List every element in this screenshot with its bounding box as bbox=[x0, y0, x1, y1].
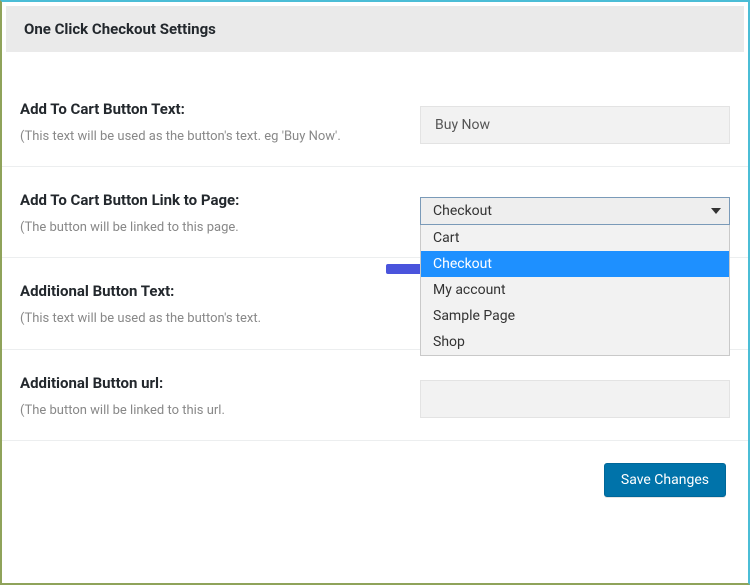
save-button[interactable]: Save Changes bbox=[604, 463, 726, 497]
additional-text-label: Additional Button Text: bbox=[20, 282, 404, 300]
add-to-cart-link-select[interactable]: Checkout Cart Checkout My account Sample… bbox=[420, 197, 730, 225]
dropdown-option-cart[interactable]: Cart bbox=[421, 225, 729, 251]
add-to-cart-link-help: (The button will be linked to this page. bbox=[20, 219, 404, 237]
field-additional-url: Additional Button url: (The button will … bbox=[2, 350, 748, 441]
additional-url-help: (The button will be linked to this url. bbox=[20, 402, 404, 420]
add-to-cart-text-label: Add To Cart Button Text: bbox=[20, 100, 404, 118]
select-value: Checkout bbox=[433, 203, 492, 219]
select-dropdown: Cart Checkout My account Sample Page Sho… bbox=[420, 225, 730, 356]
dropdown-option-shop[interactable]: Shop bbox=[421, 329, 729, 355]
chevron-down-icon bbox=[711, 208, 721, 214]
additional-url-label: Additional Button url: bbox=[20, 374, 404, 392]
form-actions: Save Changes bbox=[2, 441, 748, 497]
additional-text-help: (This text will be used as the button's … bbox=[20, 310, 404, 328]
settings-header: One Click Checkout Settings bbox=[6, 6, 744, 52]
add-to-cart-text-input[interactable] bbox=[420, 106, 730, 144]
add-to-cart-link-label: Add To Cart Button Link to Page: bbox=[20, 191, 404, 209]
additional-url-input[interactable] bbox=[420, 380, 730, 418]
settings-form: Add To Cart Button Text: (This text will… bbox=[2, 52, 748, 497]
dropdown-option-my-account[interactable]: My account bbox=[421, 277, 729, 303]
field-add-to-cart-text: Add To Cart Button Text: (This text will… bbox=[2, 52, 748, 167]
select-display[interactable]: Checkout bbox=[420, 197, 730, 225]
field-add-to-cart-link: Add To Cart Button Link to Page: (The bu… bbox=[2, 167, 748, 258]
add-to-cart-text-help: (This text will be used as the button's … bbox=[20, 128, 404, 146]
settings-title: One Click Checkout Settings bbox=[24, 20, 726, 38]
dropdown-option-sample-page[interactable]: Sample Page bbox=[421, 303, 729, 329]
dropdown-option-checkout[interactable]: Checkout bbox=[421, 251, 729, 277]
